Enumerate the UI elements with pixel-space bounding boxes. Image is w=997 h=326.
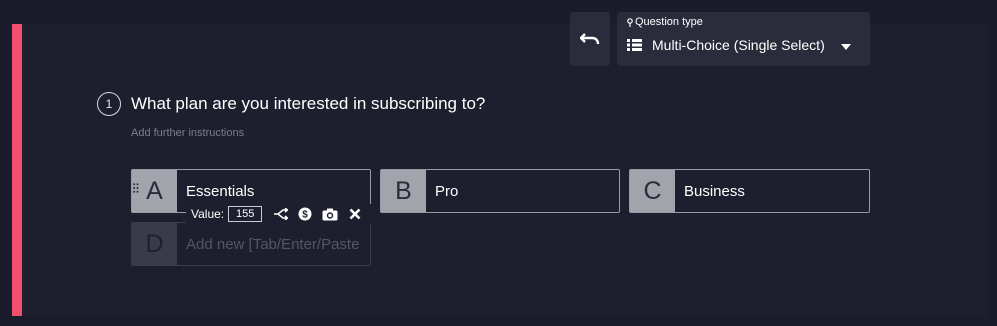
question-title[interactable]: What plan are you interested in subscrib… [131, 94, 485, 114]
question-type-selector[interactable]: Question type Multi-Choice (Single Selec… [617, 12, 870, 66]
pin-icon [627, 17, 633, 27]
svg-text:$: $ [302, 210, 308, 221]
question-accent-bar [12, 24, 22, 316]
branch-icon[interactable] [272, 206, 288, 222]
option-letter: D [132, 223, 177, 265]
option-b[interactable]: B Pro [380, 169, 620, 213]
question-type-label: Question type [635, 16, 703, 28]
option-label[interactable]: Business [675, 170, 745, 212]
option-c[interactable]: C Business [629, 169, 870, 213]
new-option-input[interactable]: Add new [Tab/Enter/Paste [177, 223, 359, 265]
undo-icon [580, 33, 600, 45]
value-label: Value: [191, 207, 225, 221]
value-input[interactable] [228, 206, 263, 222]
question-number: 1 [97, 92, 121, 116]
caret-down-icon [841, 44, 851, 50]
dollar-icon[interactable]: $ [297, 206, 313, 222]
close-icon[interactable] [347, 206, 363, 222]
option-letter: B [381, 170, 426, 212]
question-type-value: Multi-Choice (Single Select) [652, 37, 825, 53]
option-label[interactable]: Pro [426, 170, 458, 212]
new-option[interactable]: D Add new [Tab/Enter/Paste [131, 222, 371, 266]
camera-icon[interactable] [322, 206, 338, 222]
question-type-value-row: Multi-Choice (Single Select) [627, 37, 825, 53]
page: Question type Multi-Choice (Single Selec… [0, 0, 997, 326]
instructions-input[interactable]: Add further instructions [131, 127, 244, 139]
option-letter: C [630, 170, 675, 212]
option-value-toolbar: Value: $ [186, 204, 372, 224]
undo-button[interactable] [570, 12, 610, 66]
question-type-heading: Question type [627, 16, 703, 28]
drag-handle-icon[interactable] [133, 183, 139, 195]
list-icon [627, 39, 642, 51]
